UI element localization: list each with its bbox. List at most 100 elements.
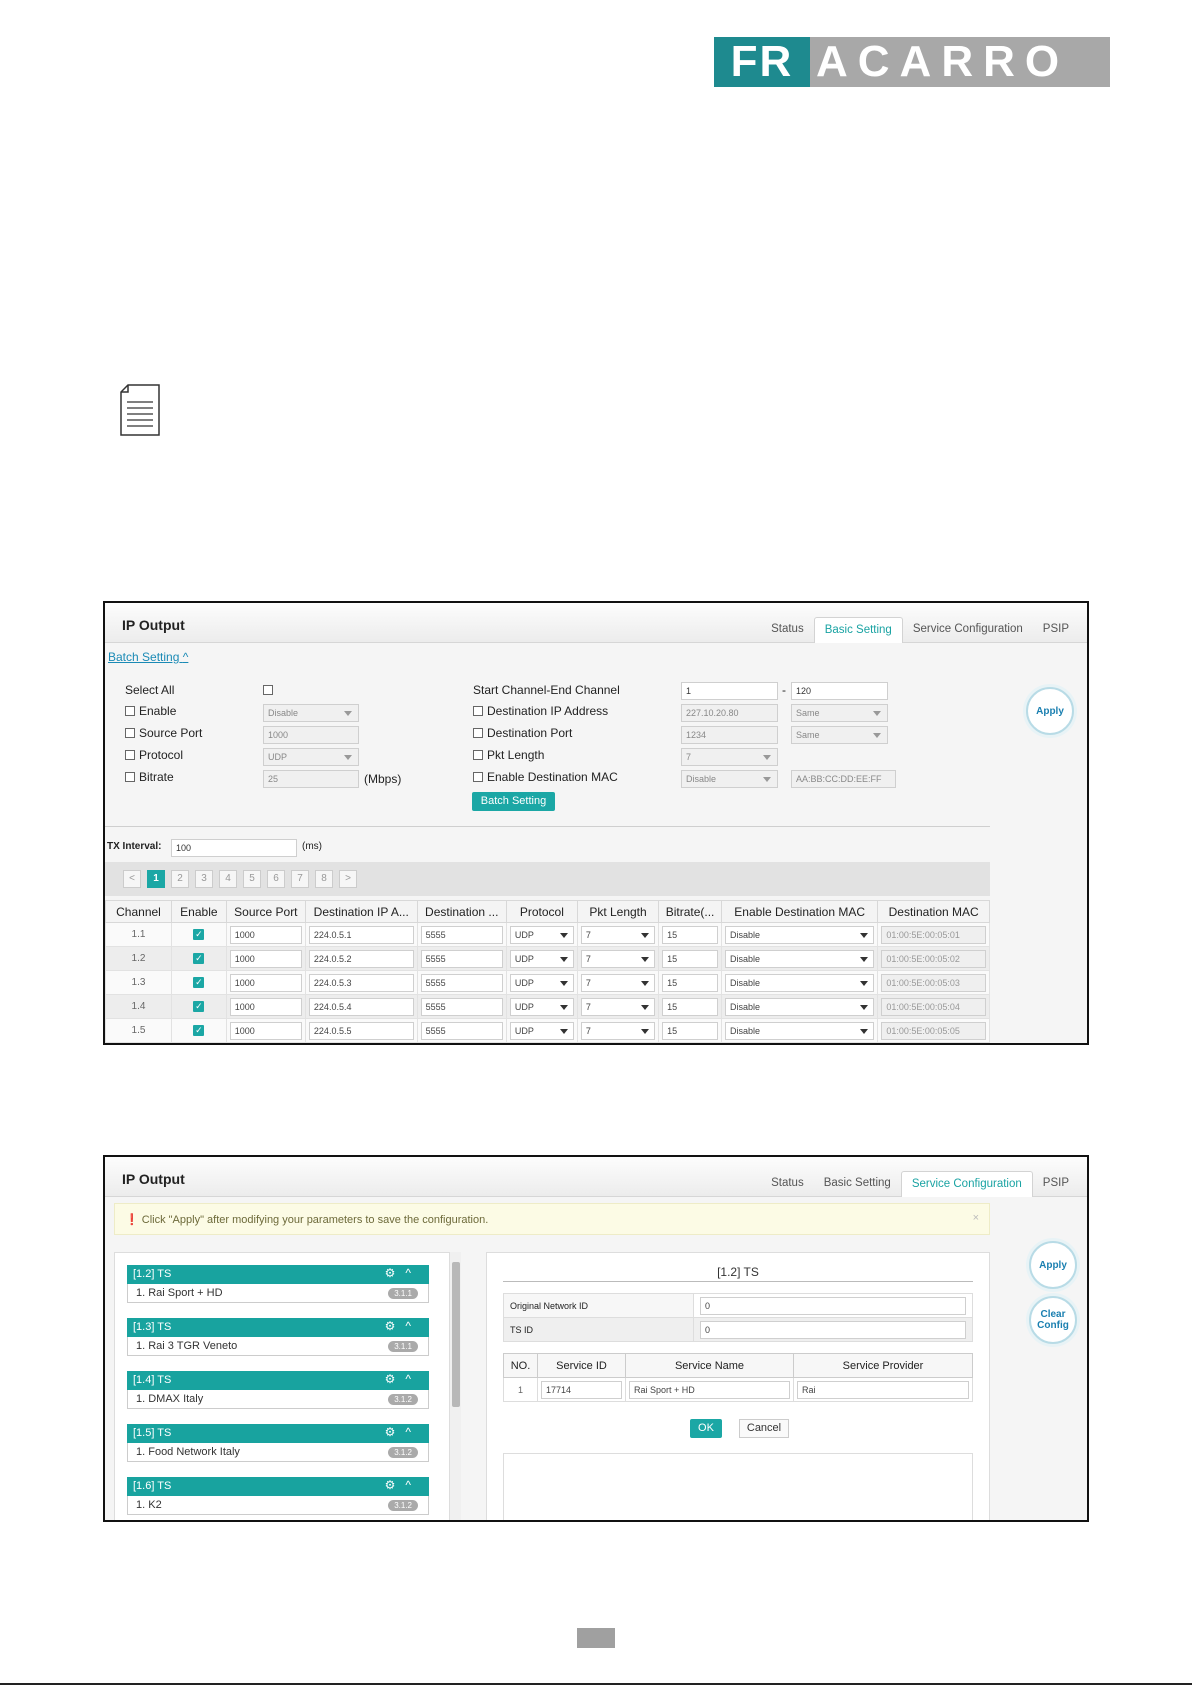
ts-list-scrollbar[interactable] <box>449 1252 461 1520</box>
apply-button[interactable]: Apply <box>1029 1241 1077 1289</box>
ts-header[interactable]: [1.2] TS ⚙^ <box>127 1265 429 1284</box>
page-2-button[interactable]: 2 <box>171 870 189 888</box>
service-item[interactable]: 1. Food Network Italy 3.1.2 <box>127 1443 429 1462</box>
end-channel-input[interactable]: 120 <box>791 682 888 700</box>
col-destination-port[interactable]: Destination ... <box>416 900 507 923</box>
dest-port-input[interactable]: 5555 <box>420 925 503 944</box>
protocol-select[interactable]: UDP <box>509 949 574 968</box>
enable-checkbox[interactable]: ✓ <box>193 1025 205 1036</box>
page-1-button[interactable]: 1 <box>147 870 165 888</box>
bitrate-input[interactable]: 15 <box>662 1021 719 1040</box>
gear-icon[interactable]: ⚙ <box>385 1478 406 1492</box>
cancel-button[interactable]: Cancel <box>739 1419 789 1438</box>
pkt-length-select[interactable]: 7 <box>580 1021 656 1040</box>
page-3-button[interactable]: 3 <box>195 870 213 888</box>
select-all-checkbox[interactable] <box>263 685 273 695</box>
chevron-up-icon[interactable]: ^ <box>405 1266 421 1280</box>
mac-input[interactable]: AA:BB:CC:DD:EE:FF <box>791 770 896 788</box>
dest-port-input[interactable]: 5555 <box>420 1021 503 1040</box>
batch-setting-button[interactable]: Batch Setting <box>472 792 555 811</box>
protocol-select[interactable]: UDP <box>263 748 359 766</box>
chevron-up-icon[interactable]: ^ <box>405 1478 421 1492</box>
enable-mac-select[interactable]: Disable <box>725 973 875 992</box>
enable-select[interactable]: Disable <box>263 704 359 722</box>
scrollbar-thumb[interactable] <box>452 1262 460 1407</box>
enable-checkbox[interactable]: ✓ <box>193 953 205 964</box>
bitrate-input[interactable]: 15 <box>662 925 719 944</box>
service-item[interactable]: 1. Rai Sport + HD 3.1.1 <box>127 1284 429 1303</box>
protocol-select[interactable]: UDP <box>509 1021 574 1040</box>
page-next-button[interactable]: > <box>339 870 357 888</box>
source-port-input[interactable]: 1000 <box>229 973 302 992</box>
ts-header[interactable]: [1.3] TS ⚙^ <box>127 1318 429 1337</box>
dest-ip-input[interactable]: 224.0.5.2 <box>308 949 414 968</box>
tab-status[interactable]: Status <box>761 1171 814 1197</box>
close-icon[interactable]: × <box>973 1212 979 1224</box>
bitrate-checkbox[interactable] <box>125 772 135 782</box>
gear-icon[interactable]: ⚙ <box>385 1372 406 1386</box>
col-enable[interactable]: Enable <box>170 900 227 923</box>
dest-port-checkbox[interactable] <box>473 728 483 738</box>
enable-mac-select[interactable]: Disable <box>681 770 778 788</box>
col-enable-destination-mac[interactable]: Enable Destination MAC <box>721 900 879 923</box>
source-port-input[interactable]: 1000 <box>229 1021 302 1040</box>
protocol-checkbox[interactable] <box>125 750 135 760</box>
source-port-checkbox[interactable] <box>125 728 135 738</box>
tx-interval-input[interactable]: 100 <box>171 839 297 857</box>
gear-icon[interactable]: ⚙ <box>385 1425 406 1439</box>
dest-ip-input[interactable]: 224.0.5.3 <box>308 973 414 992</box>
service-item[interactable]: 1. Rai 3 TGR Veneto 3.1.1 <box>127 1337 429 1356</box>
batch-setting-link[interactable]: Batch Setting ^ <box>108 650 188 664</box>
enable-checkbox[interactable]: ✓ <box>193 1001 205 1012</box>
chevron-up-icon[interactable]: ^ <box>405 1425 421 1439</box>
service-provider-input[interactable]: Rai <box>797 1380 969 1399</box>
page-5-button[interactable]: 5 <box>243 870 261 888</box>
bitrate-input[interactable]: 15 <box>662 949 719 968</box>
service-item[interactable]: 1. K2 3.1.2 <box>127 1496 429 1515</box>
enable-mac-select[interactable]: Disable <box>725 949 875 968</box>
col-destination-mac[interactable]: Destination MAC <box>877 900 990 923</box>
ts-header[interactable]: [1.5] TS ⚙^ <box>127 1424 429 1443</box>
tab-service-configuration[interactable]: Service Configuration <box>900 1171 1033 1197</box>
page-6-button[interactable]: 6 <box>267 870 285 888</box>
onid-input[interactable]: 0 <box>700 1296 966 1315</box>
enable-mac-checkbox[interactable] <box>473 772 483 782</box>
tab-basic-setting[interactable]: Basic Setting <box>813 617 903 643</box>
tab-psip[interactable]: PSIP <box>1033 617 1079 643</box>
tab-service-configuration[interactable]: Service Configuration <box>903 617 1033 643</box>
dest-port-mode-select[interactable]: Same <box>791 726 888 744</box>
col-bitrate[interactable]: Bitrate(... <box>658 900 723 923</box>
col-protocol[interactable]: Protocol <box>505 900 578 923</box>
service-name-input[interactable]: Rai Sport + HD <box>629 1380 790 1399</box>
dest-ip-input[interactable]: 224.0.5.1 <box>308 925 414 944</box>
service-item[interactable]: 1. DMAX Italy 3.1.2 <box>127 1390 429 1409</box>
bitrate-input[interactable]: 25 <box>263 770 359 788</box>
ts-header[interactable]: [1.6] TS ⚙^ <box>127 1477 429 1496</box>
clear-config-button[interactable]: Clear Config <box>1029 1296 1077 1344</box>
pkt-length-select[interactable]: 7 <box>580 997 656 1016</box>
source-port-input[interactable]: 1000 <box>229 997 302 1016</box>
source-port-input[interactable]: 1000 <box>229 925 302 944</box>
enable-mac-select[interactable]: Disable <box>725 925 875 944</box>
page-8-button[interactable]: 8 <box>315 870 333 888</box>
tab-psip[interactable]: PSIP <box>1033 1171 1079 1197</box>
apply-button[interactable]: Apply <box>1026 687 1074 735</box>
pkt-length-select[interactable]: 7 <box>580 973 656 992</box>
dest-ip-input[interactable]: 224.0.5.5 <box>308 1021 414 1040</box>
protocol-select[interactable]: UDP <box>509 973 574 992</box>
gear-icon[interactable]: ⚙ <box>385 1319 406 1333</box>
protocol-select[interactable]: UDP <box>509 925 574 944</box>
pkt-length-checkbox[interactable] <box>473 750 483 760</box>
bitrate-input[interactable]: 15 <box>662 973 719 992</box>
source-port-input[interactable]: 1000 <box>229 949 302 968</box>
chevron-up-icon[interactable]: ^ <box>405 1319 421 1333</box>
chevron-up-icon[interactable]: ^ <box>405 1372 421 1386</box>
enable-checkbox[interactable]: ✓ <box>193 977 205 988</box>
page-prev-button[interactable]: < <box>123 870 141 888</box>
dest-port-input[interactable]: 1234 <box>681 726 778 744</box>
pkt-length-select[interactable]: 7 <box>580 925 656 944</box>
col-pkt-length[interactable]: Pkt Length <box>576 900 660 923</box>
col-source-port[interactable]: Source Port <box>225 900 306 923</box>
page-4-button[interactable]: 4 <box>219 870 237 888</box>
pkt-length-select[interactable]: 7 <box>681 748 778 766</box>
